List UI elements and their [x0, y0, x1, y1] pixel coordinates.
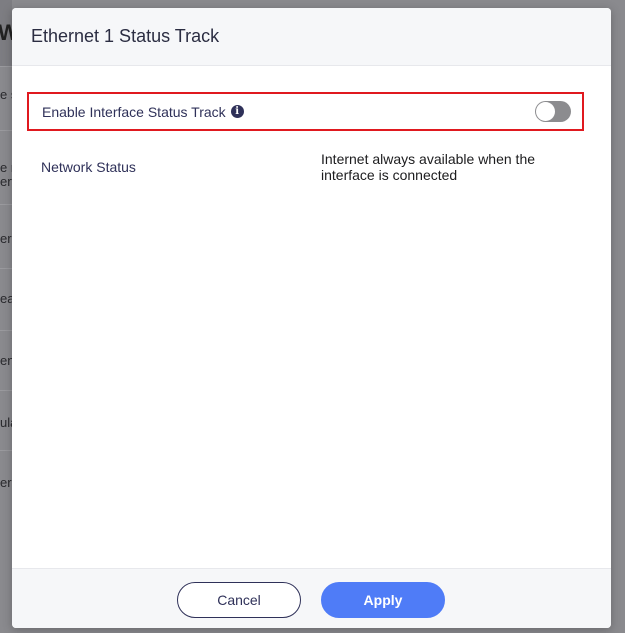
info-icon[interactable]: i [230, 105, 244, 118]
background-row: e n erf [0, 130, 12, 204]
background-row: ern [0, 204, 12, 268]
dialog-body: Enable Interface Status Track i Network … [12, 66, 611, 568]
background-row: ea [0, 268, 12, 330]
toggle-knob [536, 102, 555, 121]
interface-status-track-toggle[interactable] [535, 101, 571, 122]
status-track-dialog: Ethernet 1 Status Track Enable Interface… [12, 8, 611, 628]
interface-status-track-label: Enable Interface Status Track [42, 103, 226, 120]
background-header-title: W [0, 20, 12, 45]
background-row: ern [0, 450, 12, 530]
dialog-title: Ethernet 1 Status Track [31, 26, 220, 46]
background-header: W [0, 0, 12, 66]
dialog-footer: Cancel Apply [12, 568, 611, 628]
cancel-button[interactable]: Cancel [177, 582, 301, 618]
apply-button[interactable]: Apply [321, 582, 445, 618]
network-status-label: Network Status [41, 159, 136, 175]
network-status-value: Internet always available when the inter… [321, 151, 536, 183]
background-row: e s [0, 66, 12, 130]
background-row: ula [0, 390, 12, 450]
dialog-header: Ethernet 1 Status Track [12, 8, 611, 66]
interface-status-track-row: Enable Interface Status Track i [27, 92, 584, 131]
background-row: en [0, 330, 12, 390]
